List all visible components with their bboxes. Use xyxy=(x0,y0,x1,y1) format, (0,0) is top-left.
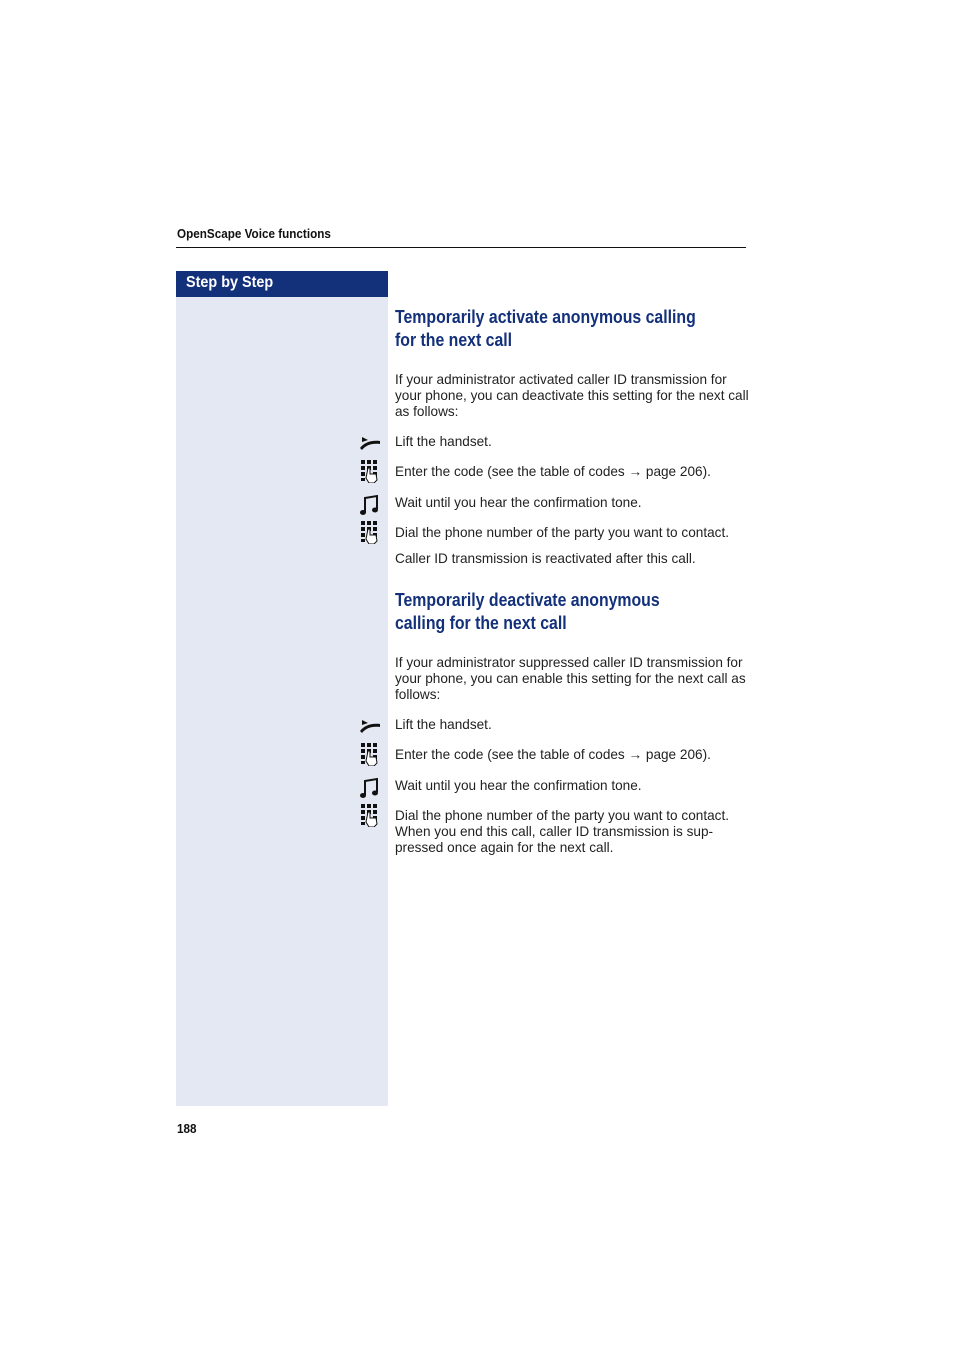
tone-icon xyxy=(358,493,382,517)
step-text: Enter the code (see the table of codes →… xyxy=(395,464,711,479)
lift-handset-icon xyxy=(358,714,382,738)
step-text: Wait until you hear the confirmation ton… xyxy=(395,495,642,510)
step-text: Dial the phone number of the party you w… xyxy=(395,525,730,540)
keypad-icon xyxy=(358,459,382,483)
running-header: OpenScape Voice functions xyxy=(177,226,331,241)
lift-handset-icon xyxy=(358,431,382,455)
header-rule xyxy=(176,247,746,248)
step-text: Enter the code (see the table of codes →… xyxy=(395,747,711,762)
sidebar-title: Step by Step xyxy=(186,274,274,291)
section-intro: If your administrator suppressed caller … xyxy=(395,655,746,702)
section-heading: Temporarily deactivate anonymous calling… xyxy=(395,590,660,633)
section-heading: Temporarily activate anonymous calling f… xyxy=(395,307,696,350)
keypad-icon xyxy=(358,742,382,766)
tone-icon xyxy=(358,776,382,800)
keypad-icon xyxy=(358,520,382,544)
step-text: Dial the phone number of the party you w… xyxy=(395,808,730,855)
section-note: Caller ID transmission is reactivated af… xyxy=(395,551,696,566)
step-text: Wait until you hear the confirmation ton… xyxy=(395,778,642,793)
section-intro: If your administrator activated caller I… xyxy=(395,372,749,419)
page-number: 188 xyxy=(177,1121,197,1136)
sidebar-header: Step by Step xyxy=(176,271,388,297)
step-text: Lift the handset. xyxy=(395,434,492,449)
step-sidebar xyxy=(176,271,388,1106)
keypad-icon xyxy=(358,803,382,827)
step-text: Lift the handset. xyxy=(395,717,492,732)
